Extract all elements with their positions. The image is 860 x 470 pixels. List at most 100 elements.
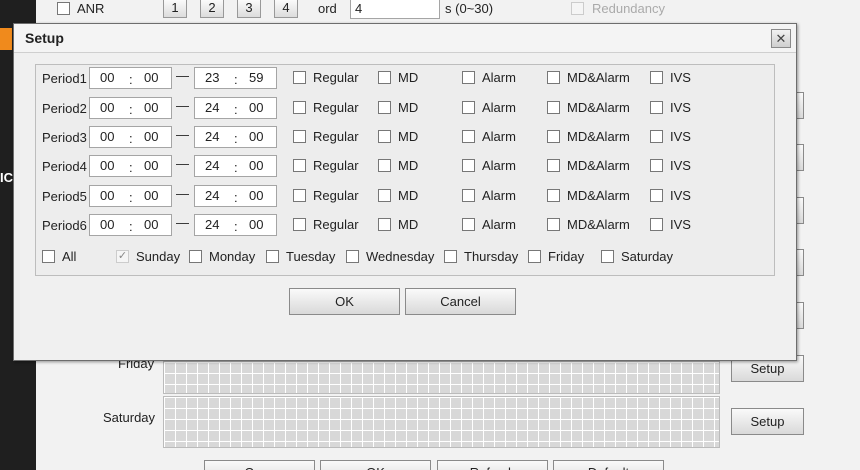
start-minute[interactable]: 00 bbox=[144, 129, 158, 144]
refresh-button[interactable]: Refresh bbox=[437, 460, 548, 470]
day-checkbox[interactable] bbox=[42, 250, 55, 263]
time-separator: — bbox=[176, 98, 189, 113]
page-button-2[interactable]: 2 bbox=[200, 0, 224, 18]
day-label: Tuesday bbox=[286, 249, 336, 264]
record-type-checkbox[interactable] bbox=[378, 159, 391, 172]
record-type-label: IVS bbox=[670, 100, 691, 115]
start-hour[interactable]: 00 bbox=[100, 217, 114, 232]
end-hour[interactable]: 24 bbox=[205, 217, 219, 232]
record-type-checkbox[interactable] bbox=[650, 218, 663, 231]
record-type-checkbox[interactable] bbox=[547, 159, 560, 172]
period-label: Period6 bbox=[42, 218, 87, 233]
record-type-checkbox[interactable] bbox=[378, 189, 391, 202]
record-type-checkbox[interactable] bbox=[293, 130, 306, 143]
record-type-checkbox[interactable] bbox=[547, 71, 560, 84]
start-time-field[interactable]: 00:00 bbox=[89, 155, 172, 177]
end-time-field[interactable]: 24:00 bbox=[194, 185, 277, 207]
record-type-checkbox[interactable] bbox=[650, 71, 663, 84]
end-minute[interactable]: 59 bbox=[249, 70, 263, 85]
days-row: All Sunday Monday Tuesday Wednesday Thursday F… bbox=[36, 245, 776, 269]
end-hour[interactable]: 23 bbox=[205, 70, 219, 85]
end-time-field[interactable]: 24:00 bbox=[194, 214, 277, 236]
record-type-checkbox[interactable] bbox=[378, 71, 391, 84]
start-hour[interactable]: 00 bbox=[100, 100, 114, 115]
page-button-3[interactable]: 3 bbox=[237, 0, 261, 18]
start-minute[interactable]: 00 bbox=[144, 100, 158, 115]
start-hour[interactable]: 00 bbox=[100, 188, 114, 203]
redundancy-checkbox[interactable] bbox=[571, 2, 584, 15]
record-type-checkbox[interactable] bbox=[462, 159, 475, 172]
record-type-checkbox[interactable] bbox=[650, 101, 663, 114]
record-type-checkbox[interactable] bbox=[462, 218, 475, 231]
day-checkbox[interactable] bbox=[601, 250, 614, 263]
close-icon[interactable]: ✕ bbox=[771, 29, 791, 48]
period-row: Period3 00:00—24:00 Regular MD Alarm MD&Alarm… bbox=[36, 125, 776, 149]
anr-checkbox[interactable] bbox=[57, 2, 70, 15]
end-time-field[interactable]: 24:00 bbox=[194, 126, 277, 148]
ok-button[interactable]: OK bbox=[289, 288, 400, 315]
end-minute[interactable]: 00 bbox=[249, 188, 263, 203]
page-button-4[interactable]: 4 bbox=[274, 0, 298, 18]
record-type-checkbox[interactable] bbox=[293, 218, 306, 231]
record-type-checkbox[interactable] bbox=[293, 101, 306, 114]
start-hour[interactable]: 00 bbox=[100, 70, 114, 85]
record-type-checkbox[interactable] bbox=[547, 218, 560, 231]
anr-label: ANR bbox=[77, 1, 105, 16]
record-type-checkbox[interactable] bbox=[378, 218, 391, 231]
cancel-button[interactable]: Cancel bbox=[405, 288, 516, 315]
start-minute[interactable]: 00 bbox=[144, 70, 158, 85]
page-ok-button[interactable]: OK bbox=[320, 460, 431, 470]
start-hour[interactable]: 00 bbox=[100, 158, 114, 173]
start-time-field[interactable]: 00:00 bbox=[89, 67, 172, 89]
start-minute[interactable]: 00 bbox=[144, 217, 158, 232]
default-button[interactable]: Default bbox=[553, 460, 664, 470]
end-minute[interactable]: 00 bbox=[249, 100, 263, 115]
record-type-checkbox[interactable] bbox=[378, 130, 391, 143]
start-hour[interactable]: 00 bbox=[100, 129, 114, 144]
day-checkbox[interactable] bbox=[266, 250, 279, 263]
record-type-checkbox[interactable] bbox=[378, 101, 391, 114]
record-type-checkbox[interactable] bbox=[547, 101, 560, 114]
record-type-checkbox[interactable] bbox=[650, 130, 663, 143]
record-type-checkbox[interactable] bbox=[293, 159, 306, 172]
start-minute[interactable]: 00 bbox=[144, 158, 158, 173]
page-button-1[interactable]: 1 bbox=[163, 0, 187, 18]
day-checkbox[interactable] bbox=[444, 250, 457, 263]
end-minute[interactable]: 00 bbox=[249, 129, 263, 144]
start-time-field[interactable]: 00:00 bbox=[89, 126, 172, 148]
day-checkbox[interactable] bbox=[346, 250, 359, 263]
record-type-checkbox[interactable] bbox=[462, 101, 475, 114]
end-minute[interactable]: 00 bbox=[249, 158, 263, 173]
record-type-checkbox[interactable] bbox=[462, 71, 475, 84]
start-time-field[interactable]: 00:00 bbox=[89, 97, 172, 119]
end-minute[interactable]: 00 bbox=[249, 217, 263, 232]
end-hour[interactable]: 24 bbox=[205, 158, 219, 173]
day-checkbox[interactable] bbox=[189, 250, 202, 263]
start-time-field[interactable]: 00:00 bbox=[89, 185, 172, 207]
record-input[interactable]: 4 bbox=[350, 0, 440, 19]
end-hour[interactable]: 24 bbox=[205, 129, 219, 144]
end-time-field[interactable]: 24:00 bbox=[194, 97, 277, 119]
setup-button-saturday[interactable]: Setup bbox=[731, 408, 804, 435]
record-type-checkbox[interactable] bbox=[650, 189, 663, 202]
record-type-checkbox[interactable] bbox=[462, 189, 475, 202]
end-time-field[interactable]: 24:00 bbox=[194, 155, 277, 177]
record-type-checkbox[interactable] bbox=[293, 189, 306, 202]
day-checkbox[interactable] bbox=[528, 250, 541, 263]
record-type-checkbox[interactable] bbox=[547, 189, 560, 202]
record-type-checkbox[interactable] bbox=[547, 130, 560, 143]
period-label: Period2 bbox=[42, 101, 87, 116]
start-time-field[interactable]: 00:00 bbox=[89, 214, 172, 236]
day-checkbox[interactable] bbox=[116, 250, 129, 263]
end-hour[interactable]: 24 bbox=[205, 100, 219, 115]
record-type-checkbox[interactable] bbox=[462, 130, 475, 143]
schedule-grid-friday[interactable] bbox=[163, 361, 720, 394]
start-minute[interactable]: 00 bbox=[144, 188, 158, 203]
end-time-field[interactable]: 23:59 bbox=[194, 67, 277, 89]
record-type-checkbox[interactable] bbox=[650, 159, 663, 172]
dialog-title-bar[interactable]: Setup bbox=[14, 24, 796, 53]
schedule-grid-saturday[interactable] bbox=[163, 396, 720, 448]
record-type-checkbox[interactable] bbox=[293, 71, 306, 84]
copy-button[interactable]: Copy bbox=[204, 460, 315, 470]
end-hour[interactable]: 24 bbox=[205, 188, 219, 203]
